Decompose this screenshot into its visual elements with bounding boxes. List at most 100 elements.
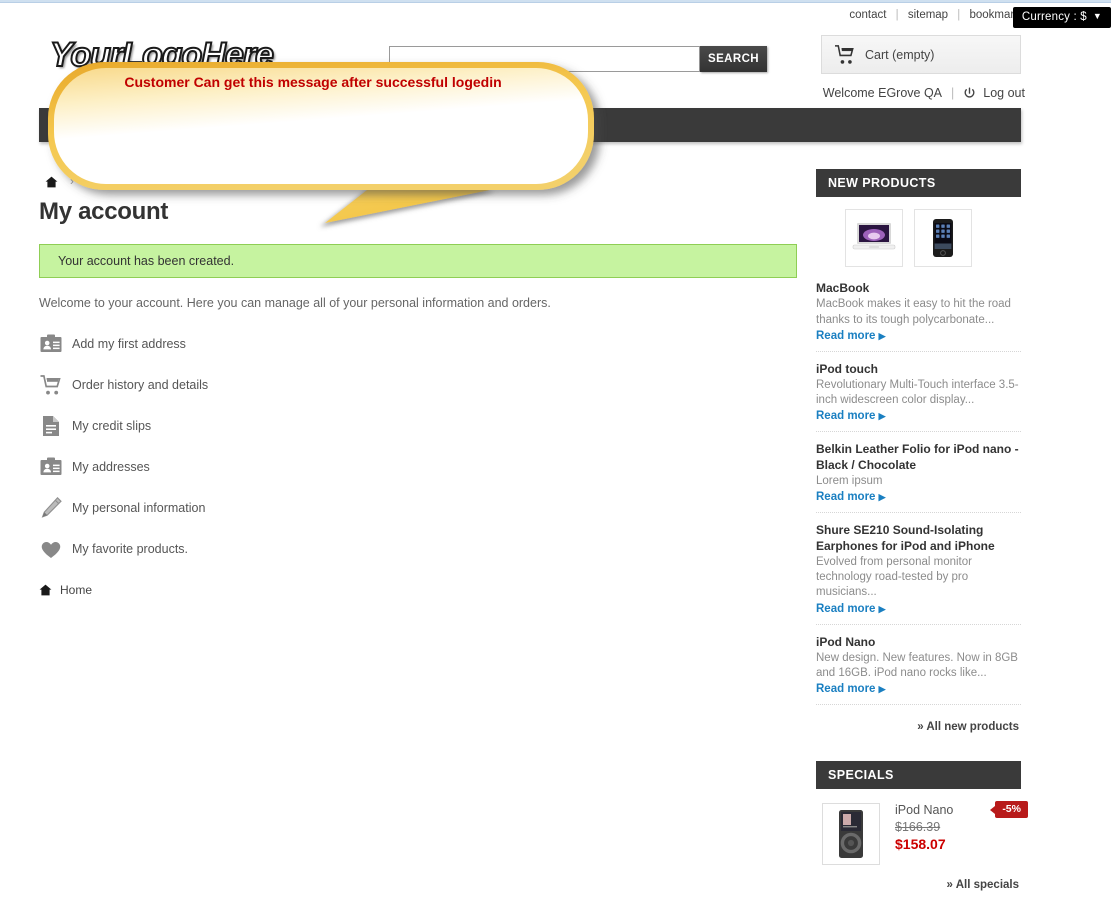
product-description: Revolutionary Multi-Touch interface 3.5-… (816, 379, 1019, 407)
new-products-thumbnails (816, 197, 1021, 281)
iphone-image (933, 219, 953, 257)
new-product-item: iPod touch Revolutionary Multi-Touch int… (816, 362, 1021, 433)
home-link-row[interactable]: Home (39, 583, 799, 597)
specials-block: SPECIALS -5% iPod Nano $166.39 $158.07 »… (816, 761, 1028, 905)
product-description: New design. New features. Now in 8GB and… (816, 651, 1018, 680)
product-name[interactable]: Shure SE210 Sound-Isolating Earphones fo… (816, 523, 1021, 554)
arrow-right-icon: ▶ (878, 330, 886, 341)
product-thumbnail[interactable] (845, 209, 903, 267)
home-link[interactable]: Home (60, 583, 92, 597)
cart-label: Cart (empty) (865, 47, 935, 62)
home-icon (39, 584, 52, 596)
discount-badge: -5% (990, 801, 1028, 819)
new-product-item: iPod Nano New design. New features. Now … (816, 635, 1021, 706)
link-separator-1: | (895, 9, 899, 21)
new-product-item: Shure SE210 Sound-Isolating Earphones fo… (816, 523, 1021, 625)
pencil-icon (41, 497, 62, 518)
page-root: contact | sitemap | bookmark Currency : … (0, 3, 1111, 891)
new-products-title: NEW PRODUCTS (816, 169, 1021, 197)
specials-title: SPECIALS (816, 761, 1021, 790)
document-icon (43, 416, 59, 436)
macbook-image (852, 223, 896, 250)
currency-selector[interactable]: Currency : $ ▼ (1012, 7, 1111, 28)
list-item[interactable]: My personal information (39, 496, 799, 520)
new-product-item: MacBook MacBook makes it easy to hit the… (816, 281, 1021, 352)
chevron-down-icon: ▼ (1092, 11, 1102, 21)
welcome-text: Welcome EGrove QA (822, 86, 943, 100)
read-more-label: Read more (816, 410, 876, 423)
read-more-label: Read more (816, 491, 876, 504)
main-content: My account Your account has been created… (39, 198, 799, 597)
callout-message: Customer Can get this message after succ… (124, 74, 502, 90)
all-new-products-link[interactable]: » All new products (816, 715, 1021, 747)
breadcrumb-separator: › (70, 176, 74, 188)
list-item[interactable]: My favorite products. (39, 537, 799, 561)
read-more-label: Read more (816, 602, 876, 615)
search-button[interactable]: SEARCH (700, 46, 767, 72)
heart-icon (41, 541, 61, 558)
account-link-label[interactable]: My personal information (72, 501, 205, 515)
read-more-label: Read more (816, 683, 876, 696)
read-more-link[interactable]: Read more ▶ (816, 491, 886, 503)
read-more-link[interactable]: Read more ▶ (816, 603, 886, 615)
shopping-cart-icon (40, 375, 61, 395)
special-product-info: -5% iPod Nano $166.39 $158.07 (895, 801, 1028, 865)
list-item[interactable]: My addresses (39, 455, 799, 479)
cart-block[interactable]: Cart (empty) (821, 35, 1021, 74)
product-name[interactable]: Belkin Leather Folio for iPod nano - Bla… (816, 442, 1021, 473)
breadcrumb: › (45, 176, 79, 188)
product-name[interactable]: iPod Nano (816, 635, 1021, 650)
product-name[interactable]: MacBook (816, 281, 1021, 296)
product-name[interactable]: iPod touch (816, 362, 1021, 377)
all-specials-link[interactable]: » All specials (816, 873, 1021, 905)
arrow-right-icon: ▶ (878, 603, 886, 614)
read-more-link[interactable]: Read more ▶ (816, 330, 886, 342)
arrow-right-icon: ▶ (878, 684, 886, 695)
special-old-price: $166.39 (895, 820, 941, 835)
address-card-icon (40, 457, 62, 475)
product-description: Lorem ipsum (816, 475, 883, 488)
new-product-item: Belkin Leather Folio for iPod nano - Bla… (816, 442, 1021, 514)
special-new-price: $158.07 (895, 836, 946, 853)
logout-link[interactable]: Log out (983, 86, 1025, 100)
product-description: MacBook makes it easy to hit the road th… (816, 298, 1011, 326)
read-more-label: Read more (816, 329, 876, 342)
list-item[interactable]: Order history and details (39, 373, 799, 397)
account-link-label[interactable]: Order history and details (72, 378, 208, 392)
user-session-block: Welcome EGrove QA | Log out (820, 83, 1025, 103)
read-more-link[interactable]: Read more ▶ (816, 683, 886, 695)
read-more-link[interactable]: Read more ▶ (816, 410, 886, 422)
right-sidebar: NEW PRODUCTS MacBook MacBook makes it ea… (816, 169, 1028, 905)
arrow-right-icon: ▶ (878, 411, 886, 422)
user-block-divider: | (951, 86, 955, 100)
account-links-list: Add my first address Order history and d… (39, 332, 799, 561)
contact-link[interactable]: contact (849, 9, 886, 21)
account-link-label[interactable]: My favorite products. (72, 542, 188, 556)
account-link-label[interactable]: My addresses (72, 460, 150, 474)
specials-body: -5% iPod Nano $166.39 $158.07 (816, 789, 1028, 873)
search-input[interactable] (389, 46, 700, 72)
sitemap-link[interactable]: sitemap (908, 9, 948, 21)
site-header: contact | sitemap | bookmark Currency : … (0, 3, 1111, 108)
site-logo[interactable]: YourLogoHere (49, 35, 275, 75)
product-thumbnail[interactable] (914, 209, 972, 267)
address-card-icon (40, 334, 62, 352)
search-form: SEARCH (389, 46, 767, 72)
header-top-links: contact | sitemap | bookmark (849, 9, 1020, 21)
success-alert: Your account has been created. (39, 244, 797, 278)
special-product-thumbnail[interactable] (822, 803, 880, 866)
welcome-paragraph: Welcome to your account. Here you can ma… (39, 296, 551, 310)
arrow-right-icon: ▶ (878, 492, 886, 503)
account-link-label[interactable]: My credit slips (72, 419, 151, 433)
home-icon[interactable] (45, 176, 58, 188)
list-item[interactable]: My credit slips (39, 414, 799, 438)
page-title: My account (39, 198, 169, 225)
power-icon (964, 87, 975, 98)
list-item[interactable]: Add my first address (39, 332, 799, 356)
account-link-label[interactable]: Add my first address (72, 337, 186, 351)
link-separator-2: | (957, 9, 961, 21)
shopping-cart-icon (835, 44, 854, 64)
main-navigation-bar[interactable] (39, 108, 1021, 142)
product-description: Evolved from personal monitor technology… (816, 556, 972, 599)
currency-label: Currency : $ (1021, 11, 1087, 23)
